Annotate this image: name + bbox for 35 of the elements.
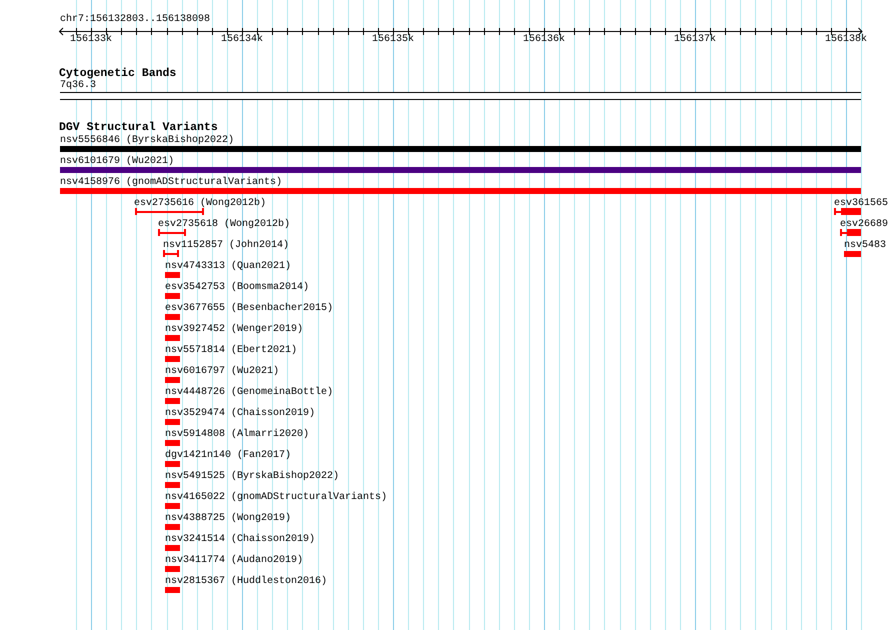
feature-label: nsv5914808 (Almarri2020) [165,429,310,441]
tick-label: 156134k [220,34,264,46]
track-title: Cytogenetic Bands [59,67,176,80]
feature-label: nsv4158976 (gnomADStructuralVariants) [60,177,282,189]
feature-label: dgv1421n140 (Fan2017) [165,450,292,462]
tick-label: 156133k [68,34,113,46]
feature-label: nsv5571814 (Ebert2021) [165,345,298,357]
feature-label: nsv4448726 (GenomeinaBottle) [165,387,334,399]
tick-label: 156138k [824,34,868,46]
feature-label: nsv1152857 (John2014) [163,240,290,252]
feature-label: esv361565 [834,198,888,210]
tick-label: 156137k [672,34,717,46]
feature-label: esv3542753 (Boomsma2014) [165,282,310,294]
feature-label: nsv4743313 (Quan2021) [165,261,292,273]
feature-label: nsv3529474 (Chaisson2019) [165,408,316,420]
feature-label: esv3677655 (Besenbacher2015) [165,303,334,315]
feature-label: nsv6016797 (Wu2021) [165,366,280,378]
feature-label: nsv5556846 (ByrskaBishop2022) [60,135,234,147]
feature-label: esv26689 [840,219,888,231]
feature-label: nsv3927452 (Wenger2019) [165,324,304,336]
feature-label: nsv4388725 (Wong2019) [165,513,292,525]
tick-label: 156136k [522,34,566,46]
feature-label: 7q36.3 [60,80,96,92]
tick-label: 156135k [370,34,415,46]
feature-label: esv2735618 (Wong2012b) [158,219,290,231]
feature-label: nsv3241514 (Chaisson2019) [165,534,316,546]
feature-label: nsv5491525 (ByrskaBishop2022) [165,471,340,483]
feature-label: nsv2815367 (Huddleston2016) [165,576,328,588]
feature-label: nsv5483 [844,240,886,252]
feature-label: esv2735616 (Wong2012b) [134,198,266,210]
location-label: chr7:156132803..156138098 [60,14,210,26]
feature-label: nsv4165022 (gnomADStructuralVariants) [165,492,388,504]
feature-label: nsv6101679 (Wu2021) [60,156,174,168]
feature-label: nsv3411774 (Audano2019) [165,555,304,567]
track-title: DGV Structural Variants [59,121,218,134]
